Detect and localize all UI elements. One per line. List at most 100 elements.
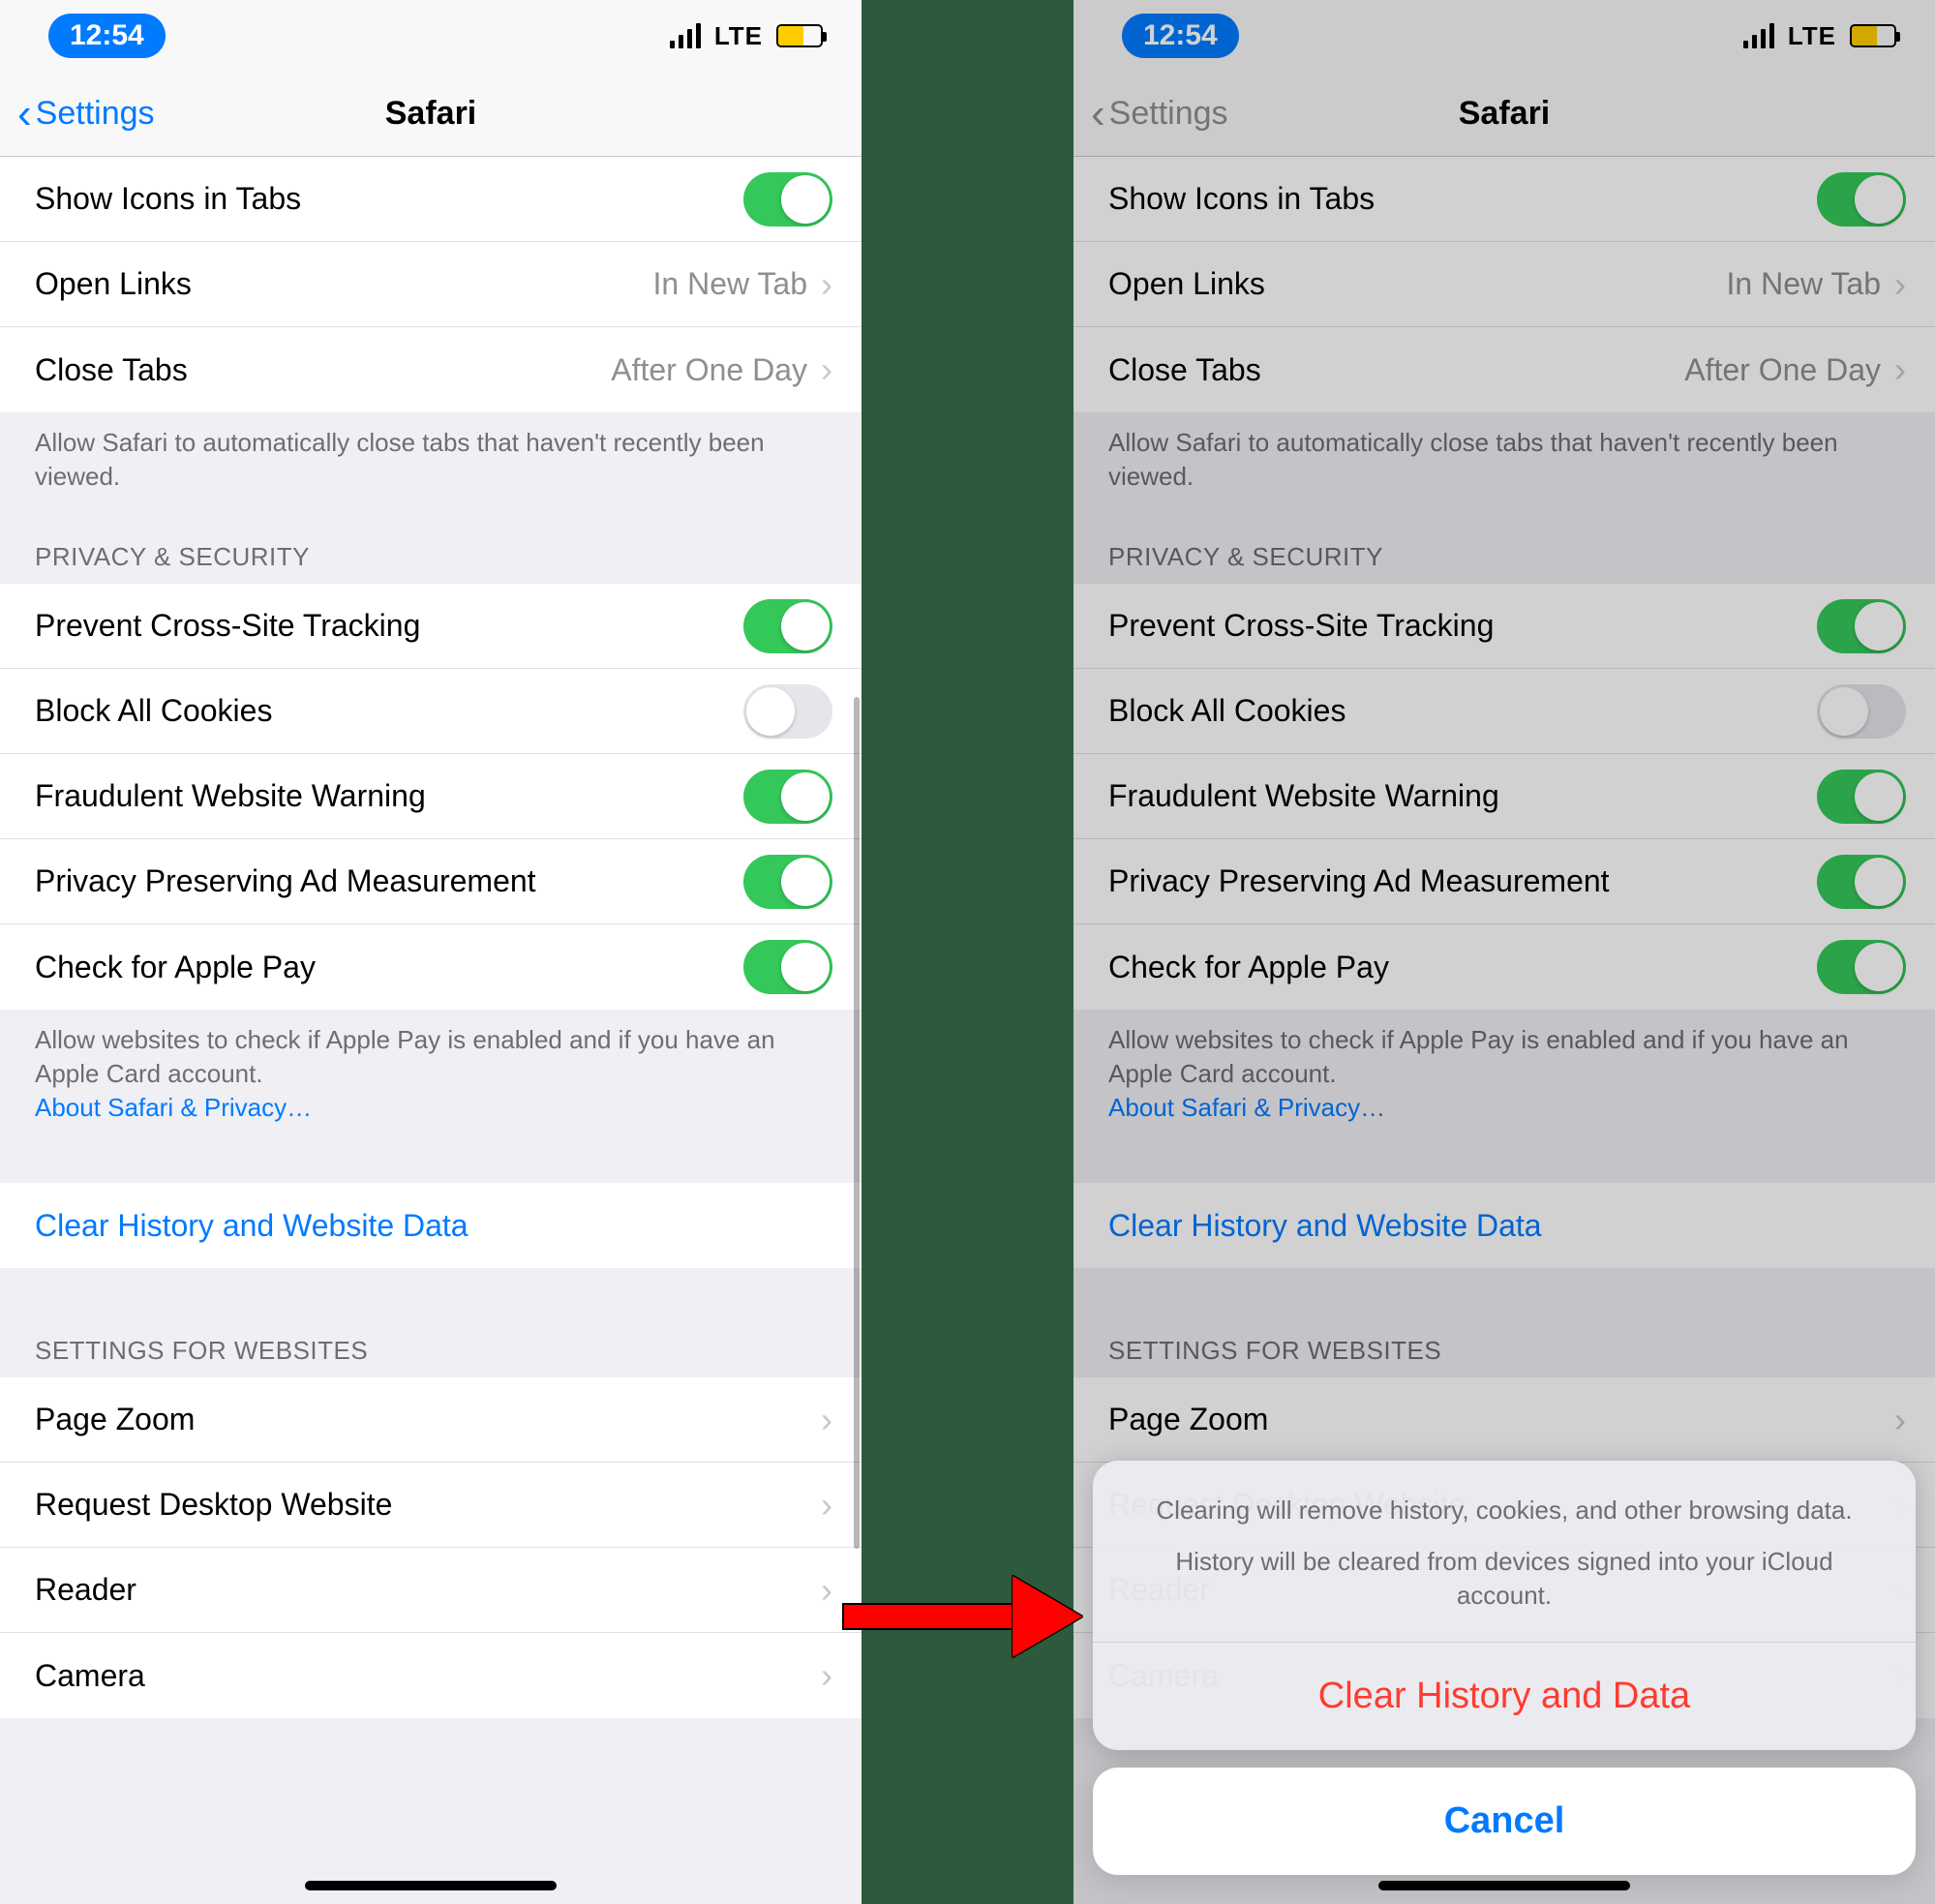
nav-bar: ‹ Settings Safari <box>1073 72 1935 157</box>
sheet-clear-button[interactable]: Clear History and Data <box>1093 1643 1916 1750</box>
tabs-footer: Allow Safari to automatically close tabs… <box>1073 412 1935 513</box>
row-close-tabs[interactable]: Close Tabs After One Day › <box>0 327 862 412</box>
row-value: After One Day <box>611 352 807 388</box>
network-label: LTE <box>1788 21 1836 51</box>
switch-show-icons[interactable] <box>743 172 832 227</box>
switch-apple-pay[interactable] <box>743 940 832 994</box>
row-label: Privacy Preserving Ad Measurement <box>1108 863 1817 899</box>
row-priv-ads[interactable]: Privacy Preserving Ad Measurement <box>0 839 862 924</box>
section-websites-header: Settings for Websites <box>1073 1307 1935 1377</box>
chevron-right-icon: › <box>821 1655 832 1696</box>
chevron-left-icon: ‹ <box>1091 93 1105 136</box>
battery-icon <box>776 24 823 47</box>
row-page-zoom[interactable]: Page Zoom › <box>0 1377 862 1463</box>
row-label: Block All Cookies <box>1108 693 1817 729</box>
row-prevent-tracking[interactable]: Prevent Cross-Site Tracking <box>0 584 862 669</box>
status-time: 12:54 <box>48 14 166 58</box>
row-label: Show Icons in Tabs <box>1108 181 1817 217</box>
row-value: After One Day <box>1684 352 1881 388</box>
chevron-right-icon: › <box>821 264 832 305</box>
row-label: Open Links <box>35 266 653 302</box>
action-sheet: Clearing will remove history, cookies, a… <box>1093 1461 1916 1875</box>
row-clear-history[interactable]: Clear History and Website Data <box>0 1183 862 1268</box>
signal-icon <box>670 23 701 48</box>
row-open-links[interactable]: Open Links In New Tab › <box>0 242 862 327</box>
phone-right: 12:54 LTE ‹ Settings Safari Show Icons i… <box>1073 0 1935 1904</box>
row-label: Block All Cookies <box>35 693 743 729</box>
row-label: Close Tabs <box>35 352 611 388</box>
row-priv-ads: Privacy Preserving Ad Measurement <box>1073 839 1935 924</box>
switch-priv-ads[interactable] <box>743 855 832 909</box>
row-show-icons[interactable]: Show Icons in Tabs <box>0 157 862 242</box>
back-label: Settings <box>1109 95 1228 133</box>
signal-icon <box>1743 23 1774 48</box>
row-label: Check for Apple Pay <box>35 950 743 985</box>
row-prevent-tracking: Prevent Cross-Site Tracking <box>1073 584 1935 669</box>
row-label: Open Links <box>1108 266 1727 302</box>
row-reader[interactable]: Reader › <box>0 1548 862 1633</box>
row-fraud-warning: Fraudulent Website Warning <box>1073 754 1935 839</box>
row-label: Fraudulent Website Warning <box>1108 778 1817 814</box>
row-label: Prevent Cross-Site Tracking <box>35 608 743 644</box>
row-close-tabs: Close Tabs After One Day › <box>1073 327 1935 412</box>
row-label: Check for Apple Pay <box>1108 950 1817 985</box>
chevron-left-icon: ‹ <box>17 93 32 136</box>
row-page-zoom: Page Zoom › <box>1073 1377 1935 1463</box>
row-label: Fraudulent Website Warning <box>35 778 743 814</box>
home-indicator[interactable] <box>305 1881 557 1890</box>
status-bar: 12:54 LTE <box>0 0 862 72</box>
back-button[interactable]: ‹ Settings <box>1073 93 1228 136</box>
back-label: Settings <box>36 95 155 133</box>
section-privacy-header: Privacy & Security <box>1073 513 1935 584</box>
switch-prevent-tracking[interactable] <box>743 599 832 653</box>
battery-icon <box>1850 24 1896 47</box>
chevron-right-icon: › <box>821 1485 832 1526</box>
chevron-right-icon: › <box>1894 349 1906 390</box>
row-label: Privacy Preserving Ad Measurement <box>35 863 743 899</box>
chevron-right-icon: › <box>1894 264 1906 305</box>
row-value: In New Tab <box>653 266 808 302</box>
chevron-right-icon: › <box>821 1570 832 1611</box>
privacy-footer: Allow websites to check if Apple Pay is … <box>0 1010 862 1144</box>
section-websites-header: Settings for Websites <box>0 1307 862 1377</box>
chevron-right-icon: › <box>821 349 832 390</box>
row-clear-history: Clear History and Website Data <box>1073 1183 1935 1268</box>
row-label: Prevent Cross-Site Tracking <box>1108 608 1817 644</box>
row-camera[interactable]: Camera › <box>0 1633 862 1718</box>
switch-block-cookies[interactable] <box>743 684 832 739</box>
about-privacy-link[interactable]: About Safari & Privacy… <box>35 1093 312 1122</box>
row-label: Page Zoom <box>35 1402 821 1437</box>
row-block-cookies[interactable]: Block All Cookies <box>0 669 862 754</box>
row-label: Show Icons in Tabs <box>35 181 743 217</box>
row-open-links: Open Links In New Tab › <box>1073 242 1935 327</box>
status-time: 12:54 <box>1122 14 1239 58</box>
switch-prevent-tracking <box>1817 599 1906 653</box>
row-label: Request Desktop Website <box>35 1487 821 1523</box>
row-value: In New Tab <box>1727 266 1882 302</box>
home-indicator[interactable] <box>1378 1881 1630 1890</box>
nav-bar: ‹ Settings Safari <box>0 72 862 157</box>
row-block-cookies: Block All Cookies <box>1073 669 1935 754</box>
section-privacy-header: Privacy & Security <box>0 513 862 584</box>
network-label: LTE <box>714 21 763 51</box>
chevron-right-icon: › <box>1894 1400 1906 1440</box>
row-apple-pay: Check for Apple Pay <box>1073 924 1935 1010</box>
row-label: Close Tabs <box>1108 352 1684 388</box>
sheet-cancel-button[interactable]: Cancel <box>1093 1768 1916 1875</box>
row-desktop-site[interactable]: Request Desktop Website › <box>0 1463 862 1548</box>
switch-apple-pay <box>1817 940 1906 994</box>
row-fraud-warning[interactable]: Fraudulent Website Warning <box>0 754 862 839</box>
switch-show-icons <box>1817 172 1906 227</box>
tabs-footer: Allow Safari to automatically close tabs… <box>0 412 862 513</box>
scrollbar[interactable] <box>854 697 860 1549</box>
row-label: Page Zoom <box>1108 1402 1894 1437</box>
row-label: Reader <box>35 1572 821 1608</box>
settings-list[interactable]: Show Icons in Tabs Open Links In New Tab… <box>0 157 862 1718</box>
privacy-footer: Allow websites to check if Apple Pay is … <box>1073 1010 1935 1144</box>
row-apple-pay[interactable]: Check for Apple Pay <box>0 924 862 1010</box>
switch-fraud-warning[interactable] <box>743 770 832 824</box>
chevron-right-icon: › <box>821 1400 832 1440</box>
back-button[interactable]: ‹ Settings <box>0 93 155 136</box>
row-show-icons: Show Icons in Tabs <box>1073 157 1935 242</box>
annotation-arrow-icon <box>842 1578 1084 1655</box>
